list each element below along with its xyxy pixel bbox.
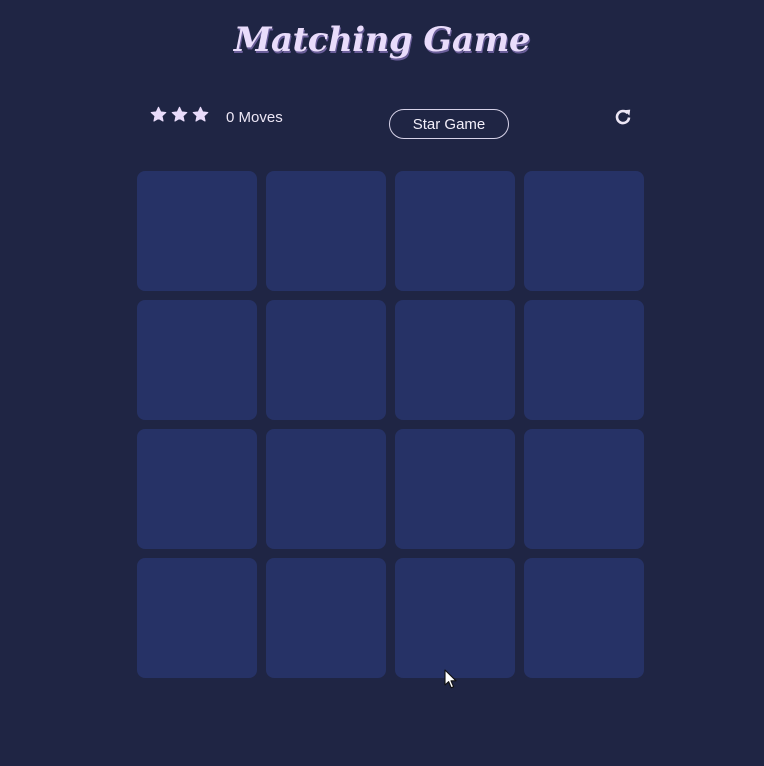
- moves-label: Moves: [238, 109, 283, 126]
- card[interactable]: [395, 171, 515, 291]
- score-panel: 0 Moves Star Game: [137, 104, 645, 144]
- star-icon: [171, 106, 188, 122]
- star-rating: [150, 106, 209, 123]
- card[interactable]: [266, 300, 386, 420]
- card[interactable]: [524, 300, 644, 420]
- moves-counter: 0 Moves: [226, 109, 283, 126]
- moves-count: 0: [226, 109, 235, 126]
- card[interactable]: [266, 558, 386, 678]
- card[interactable]: [395, 558, 515, 678]
- card[interactable]: [137, 300, 257, 420]
- card-deck: [137, 171, 645, 679]
- card[interactable]: [137, 429, 257, 549]
- game-title: Matching Game: [233, 20, 531, 60]
- star-icon: [192, 106, 209, 122]
- restart-icon: [615, 109, 631, 125]
- card[interactable]: [266, 171, 386, 291]
- star-icon: [150, 106, 167, 122]
- card[interactable]: [395, 429, 515, 549]
- card[interactable]: [524, 429, 644, 549]
- card[interactable]: [524, 171, 644, 291]
- card[interactable]: [395, 300, 515, 420]
- card[interactable]: [266, 429, 386, 549]
- card[interactable]: [137, 558, 257, 678]
- start-game-button[interactable]: Star Game: [389, 109, 509, 139]
- restart-button[interactable]: [613, 107, 633, 127]
- card[interactable]: [524, 558, 644, 678]
- card[interactable]: [137, 171, 257, 291]
